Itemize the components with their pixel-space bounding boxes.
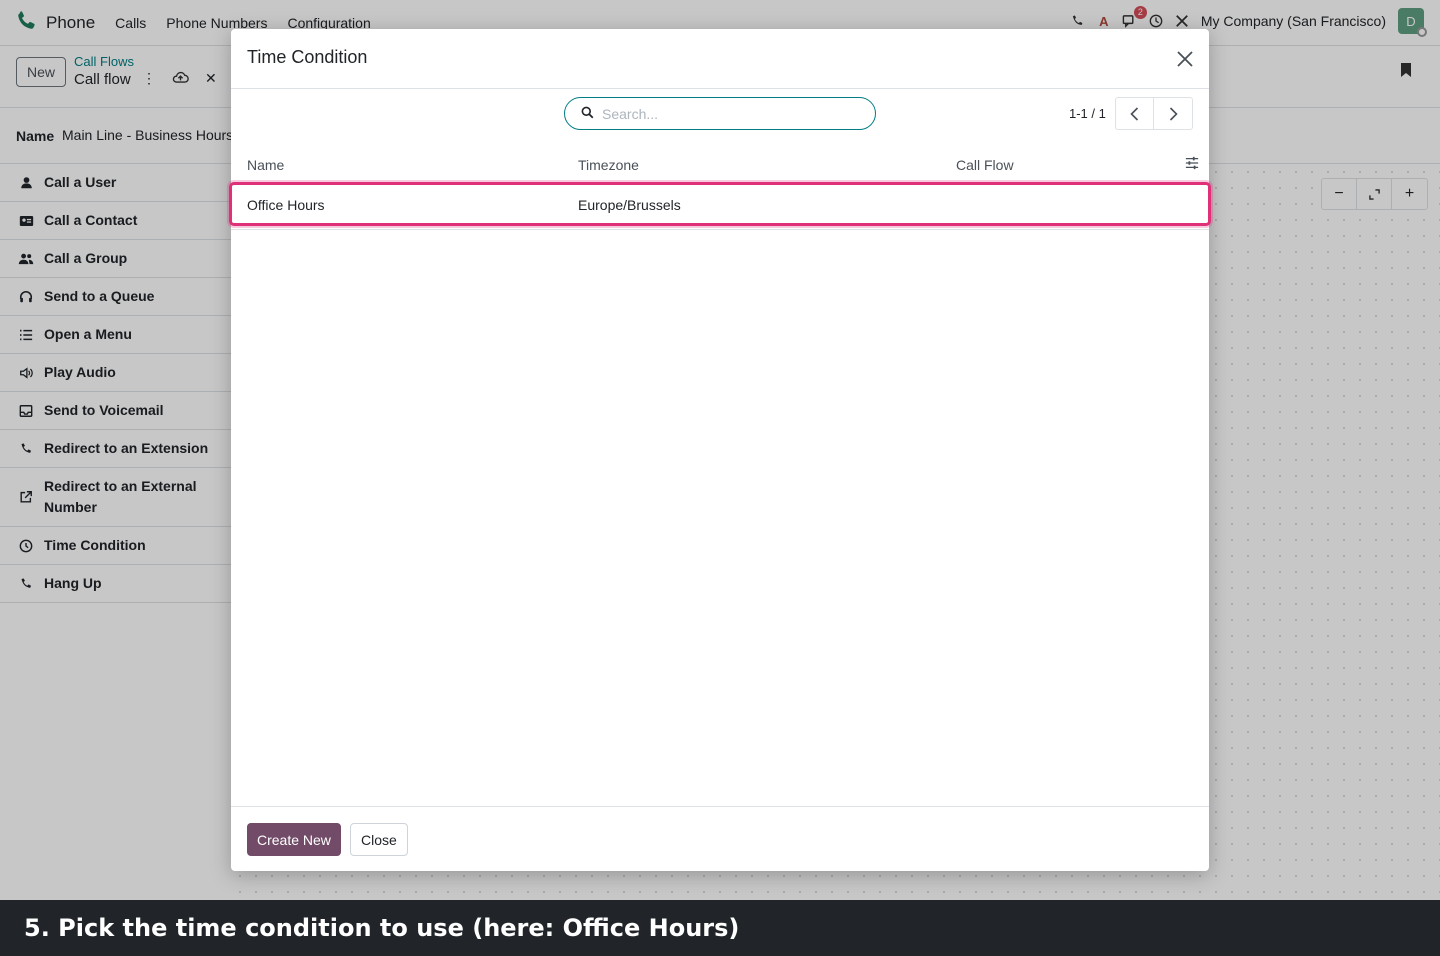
select-dialog: Time Condition 1-1 / 1 Name Timezone Cal… <box>229 29 1211 871</box>
dialog-title: Time Condition <box>247 47 368 67</box>
search-icon <box>581 106 594 122</box>
close-button[interactable]: Close <box>350 823 408 856</box>
dialog-header: Time Condition <box>231 29 1209 89</box>
column-header-call-flow[interactable]: Call Flow <box>956 157 1014 173</box>
close-icon[interactable] <box>1173 47 1197 71</box>
optional-columns-icon[interactable] <box>1185 156 1199 173</box>
table-row[interactable]: Office Hours Europe/Brussels <box>229 182 1211 226</box>
column-header-name[interactable]: Name <box>247 157 284 173</box>
pager-value[interactable]: 1-1 / 1 <box>1069 106 1106 121</box>
table-header: Name Timezone Call Flow <box>231 151 1209 179</box>
search-bar[interactable] <box>564 97 876 130</box>
tutorial-caption: 5. Pick the time condition to use (here:… <box>0 900 1440 956</box>
column-header-timezone[interactable]: Timezone <box>578 157 639 173</box>
dialog-footer: Create New Close <box>231 806 1209 871</box>
row-divider <box>231 229 1209 230</box>
search-input[interactable] <box>602 105 852 122</box>
chevron-left-icon[interactable] <box>1116 98 1154 129</box>
chevron-right-icon[interactable] <box>1154 98 1192 129</box>
pager-buttons <box>1115 97 1193 130</box>
cell-timezone: Europe/Brussels <box>578 197 681 213</box>
cell-name: Office Hours <box>247 197 325 213</box>
create-new-button[interactable]: Create New <box>247 823 341 856</box>
